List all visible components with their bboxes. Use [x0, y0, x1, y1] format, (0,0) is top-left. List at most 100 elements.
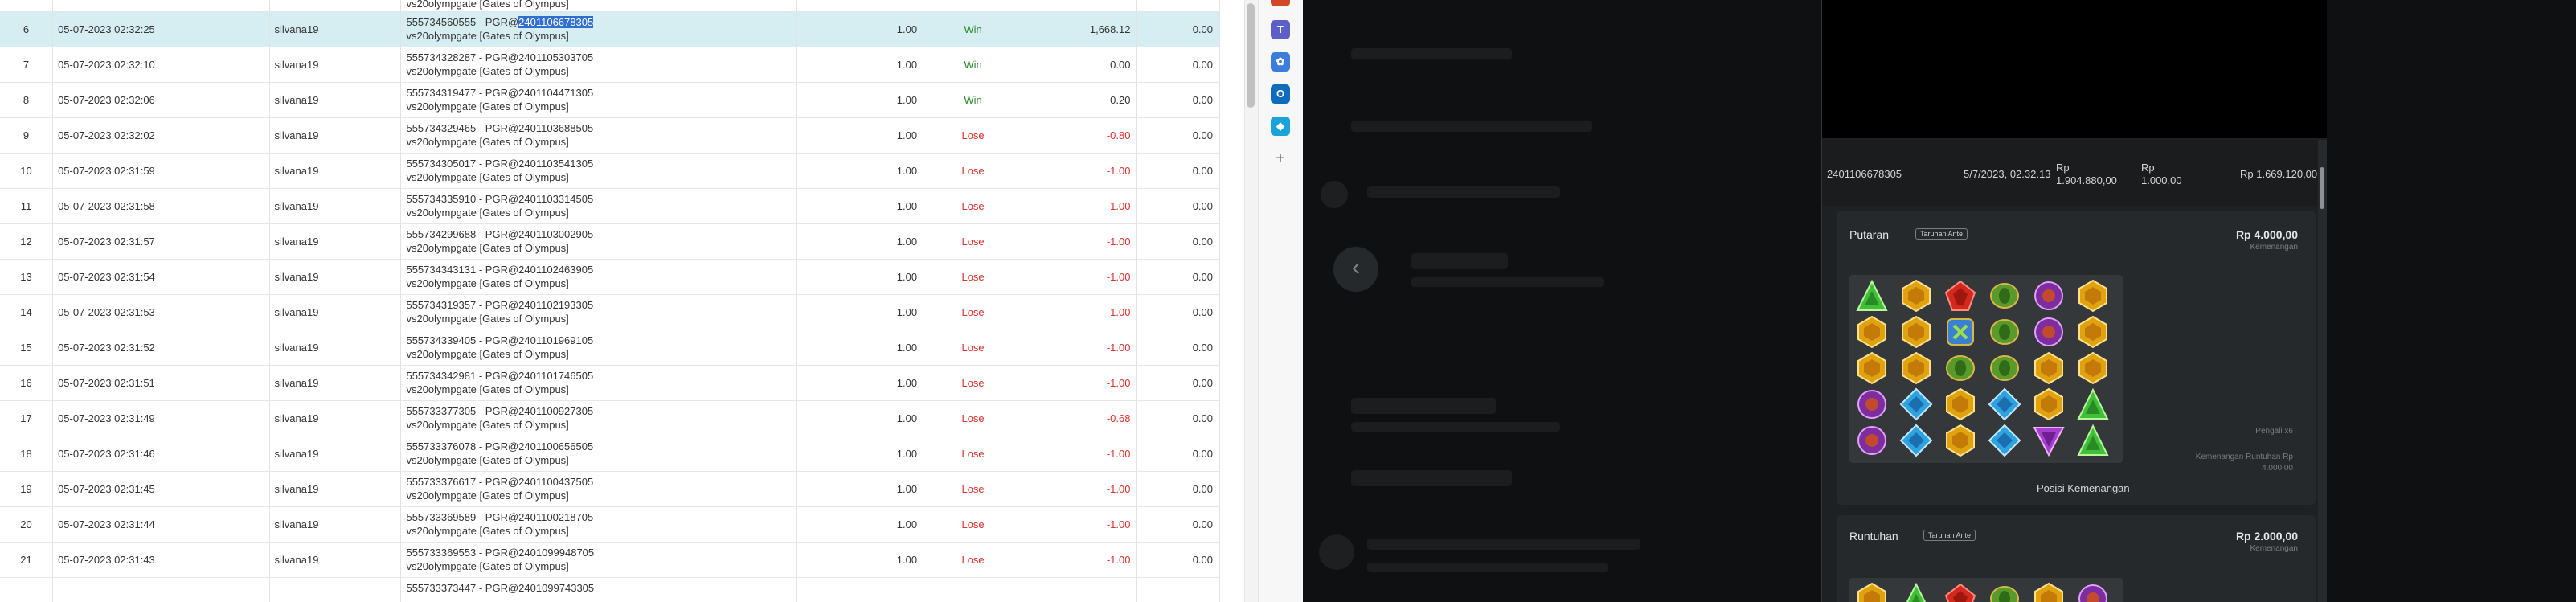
spin-card: Putaran Taruhan Ante Rp 4.000,00 Kemenan… — [1837, 211, 2316, 505]
row-win-amount — [1022, 577, 1138, 602]
background-list-placeholder — [1367, 186, 1560, 198]
transaction-id: 555734339405 - PGR@2401101969105 — [406, 334, 791, 347]
row-datetime: 05-07-2023 02:31:45 — [52, 471, 270, 507]
balance-label: Rp — [2056, 162, 2070, 174]
row-result: Lose — [924, 471, 1023, 507]
green-scarab-symbol-icon — [1990, 355, 2019, 381]
detail-scrollbar[interactable] — [2318, 140, 2327, 602]
row-bet-amount: 1.00 — [796, 471, 925, 507]
table-row[interactable]: 555733373447 - PGR@2401099743305 — [0, 577, 1220, 602]
table-row[interactable]: 18 05-07-2023 02:31:46 silvana19 5557333760… — [0, 436, 1220, 472]
bet-value: 1.000,00 — [2141, 174, 2182, 186]
row-win-amount: 1,668.12 — [1022, 11, 1138, 47]
transaction-id: 555734343131 - PGR@2401102463905 — [406, 263, 791, 276]
gold-hex-symbol-icon — [1902, 279, 1931, 313]
background-list-placeholder — [1351, 398, 1496, 414]
game-name: vs20olympgate [Gates of Olympus] — [406, 0, 569, 10]
row-result: Lose — [924, 436, 1023, 472]
back-button[interactable]: ‹ — [1333, 247, 1378, 292]
transaction-table: vs20olympgate [Gates of Olympus] 6 05-07-2… — [0, 0, 1220, 602]
table-row[interactable]: 11 05-07-2023 02:31:58 silvana19 5557343359… — [0, 188, 1220, 224]
game-video-area — [1822, 0, 2327, 138]
app-top-icon[interactable] — [1271, 0, 1290, 6]
table-row[interactable]: 9 05-07-2023 02:32:02 silvana19 55573432946… — [0, 117, 1220, 154]
transaction-id-prefix: 555734335910 - PGR@2401103314505 — [406, 193, 594, 205]
row-balance: 0.00 — [1136, 11, 1220, 47]
copilot-icon[interactable]: ✿ — [1271, 52, 1290, 72]
detail-scrollbar-thumb[interactable] — [2320, 167, 2324, 209]
outlook-icon[interactable]: O — [1271, 84, 1290, 104]
transaction-id-prefix: 555734560555 - PGR@ — [406, 16, 519, 28]
game-name: vs20olympgate [Gates of Olympus] — [406, 100, 569, 113]
tumble-card: Runtuhan Taruhan Ante Rp 2.000,00 Kemena… — [1837, 515, 2316, 602]
row-balance: 0.00 — [1136, 153, 1220, 189]
table-row[interactable]: 14 05-07-2023 02:31:53 silvana19 5557343193… — [0, 294, 1220, 330]
row-transaction-detail: 555734339405 - PGR@2401101969105 vs20olym… — [400, 330, 797, 366]
add-icon[interactable]: + — [1271, 149, 1290, 168]
game-name: vs20olympgate [Gates of Olympus] — [406, 65, 569, 77]
row-datetime: 05-07-2023 02:32:06 — [52, 82, 270, 118]
transaction-id: 555733376617 - PGR@2401100437505 — [406, 475, 791, 489]
table-row[interactable]: 17 05-07-2023 02:31:49 silvana19 5557333773… — [0, 400, 1220, 436]
transaction-id-prefix: 555734299688 - PGR@2401103002905 — [406, 228, 594, 240]
table-scrollbar-thumb[interactable] — [1247, 3, 1255, 108]
row-balance: 0.00 — [1136, 506, 1220, 543]
selected-text-highlight[interactable]: 2401106678305 — [518, 16, 594, 28]
row-bet-amount: 1.00 — [796, 153, 925, 189]
row-datetime: 05-07-2023 02:32:10 — [52, 47, 270, 83]
row-username: silvana19 — [269, 82, 402, 118]
multiplier-note: Pengali x6 — [2255, 427, 2293, 436]
table-row[interactable]: 19 05-07-2023 02:31:45 silvana19 5557333766… — [0, 471, 1220, 507]
row-number: 8 — [0, 82, 54, 118]
row-bet-amount: 1.00 — [796, 400, 925, 436]
row-balance: 0.00 — [1136, 542, 1220, 578]
row-datetime: 05-07-2023 02:31:53 — [52, 294, 270, 330]
transaction-id: 555734342981 - PGR@2401101746505 — [406, 369, 791, 383]
row-balance: 0.00 — [1136, 117, 1220, 154]
table-row[interactable]: 7 05-07-2023 02:32:10 silvana19 55573432828… — [0, 47, 1220, 83]
bet-label: Rp — [2141, 162, 2155, 174]
table-row[interactable]: 21 05-07-2023 02:31:43 silvana19 5557333695… — [0, 542, 1220, 578]
row-datetime: 05-07-2023 02:32:25 — [52, 11, 270, 47]
background-list-placeholder — [1367, 563, 1608, 572]
row-datetime — [52, 577, 270, 602]
row-transaction-detail: 555733369553 - PGR@2401099948705 vs20olym… — [400, 542, 797, 578]
table-row[interactable]: 15 05-07-2023 02:31:52 silvana19 5557343394… — [0, 330, 1220, 366]
table-row[interactable]: vs20olympgate [Gates of Olympus] — [0, 0, 1220, 12]
transaction-id: 555734560555 - PGR@2401106678305 — [406, 15, 791, 29]
table-row[interactable]: 20 05-07-2023 02:31:44 silvana19 5557333695… — [0, 506, 1220, 543]
row-balance: 0.00 — [1136, 294, 1220, 330]
transaction-id-prefix: 555733376617 - PGR@2401100437505 — [406, 476, 594, 488]
background-list-placeholder — [1351, 48, 1512, 59]
gold-hex-symbol-icon — [2078, 351, 2107, 385]
table-row[interactable]: 12 05-07-2023 02:31:57 silvana19 5557342996… — [0, 223, 1220, 260]
table-row[interactable]: 6 05-07-2023 02:32:25 silvana19 55573456055… — [0, 11, 1220, 47]
row-transaction-detail: 555734329465 - PGR@2401103688505 vs20olym… — [400, 117, 797, 154]
game-name: vs20olympgate [Gates of Olympus] — [406, 383, 569, 395]
row-username: silvana19 — [269, 436, 402, 472]
background-list-placeholder — [1351, 121, 1592, 132]
blue-diamond-symbol-icon — [1988, 387, 2021, 421]
gold-hex-symbol-icon — [1946, 424, 1975, 457]
table-row[interactable]: 16 05-07-2023 02:31:51 silvana19 5557343429… — [0, 365, 1220, 401]
row-win-amount — [1022, 0, 1138, 12]
background-list-placeholder — [1367, 539, 1640, 550]
background-list-placeholder — [1411, 277, 1604, 287]
teams-icon[interactable]: T — [1271, 20, 1290, 39]
table-row[interactable]: 10 05-07-2023 02:31:59 silvana19 5557343050… — [0, 153, 1220, 189]
table-row[interactable]: 13 05-07-2023 02:31:54 silvana19 5557343431… — [0, 259, 1220, 295]
shopping-icon[interactable]: ◆ — [1271, 117, 1290, 136]
winning-positions-link[interactable]: Posisi Kemenangan — [2037, 482, 2130, 494]
row-balance: 0.00 — [1136, 82, 1220, 118]
row-bet-amount: 1.00 — [796, 188, 925, 224]
transaction-id-prefix: 555733369553 - PGR@2401099948705 — [406, 547, 595, 559]
row-transaction-detail: 555734305017 - PGR@2401103541305 vs20olym… — [400, 153, 797, 189]
row-win-amount: 0.00 — [1022, 47, 1138, 83]
table-row[interactable]: 8 05-07-2023 02:32:06 silvana19 55573431947… — [0, 82, 1220, 118]
row-datetime — [52, 0, 270, 12]
row-win-amount: -1.00 — [1022, 294, 1138, 330]
transaction-id-prefix: 555733376078 - PGR@2401100656505 — [406, 440, 594, 453]
game-name: vs20olympgate [Gates of Olympus] — [406, 348, 569, 360]
row-datetime: 05-07-2023 02:31:46 — [52, 436, 270, 472]
row-balance: 0.00 — [1136, 365, 1220, 401]
